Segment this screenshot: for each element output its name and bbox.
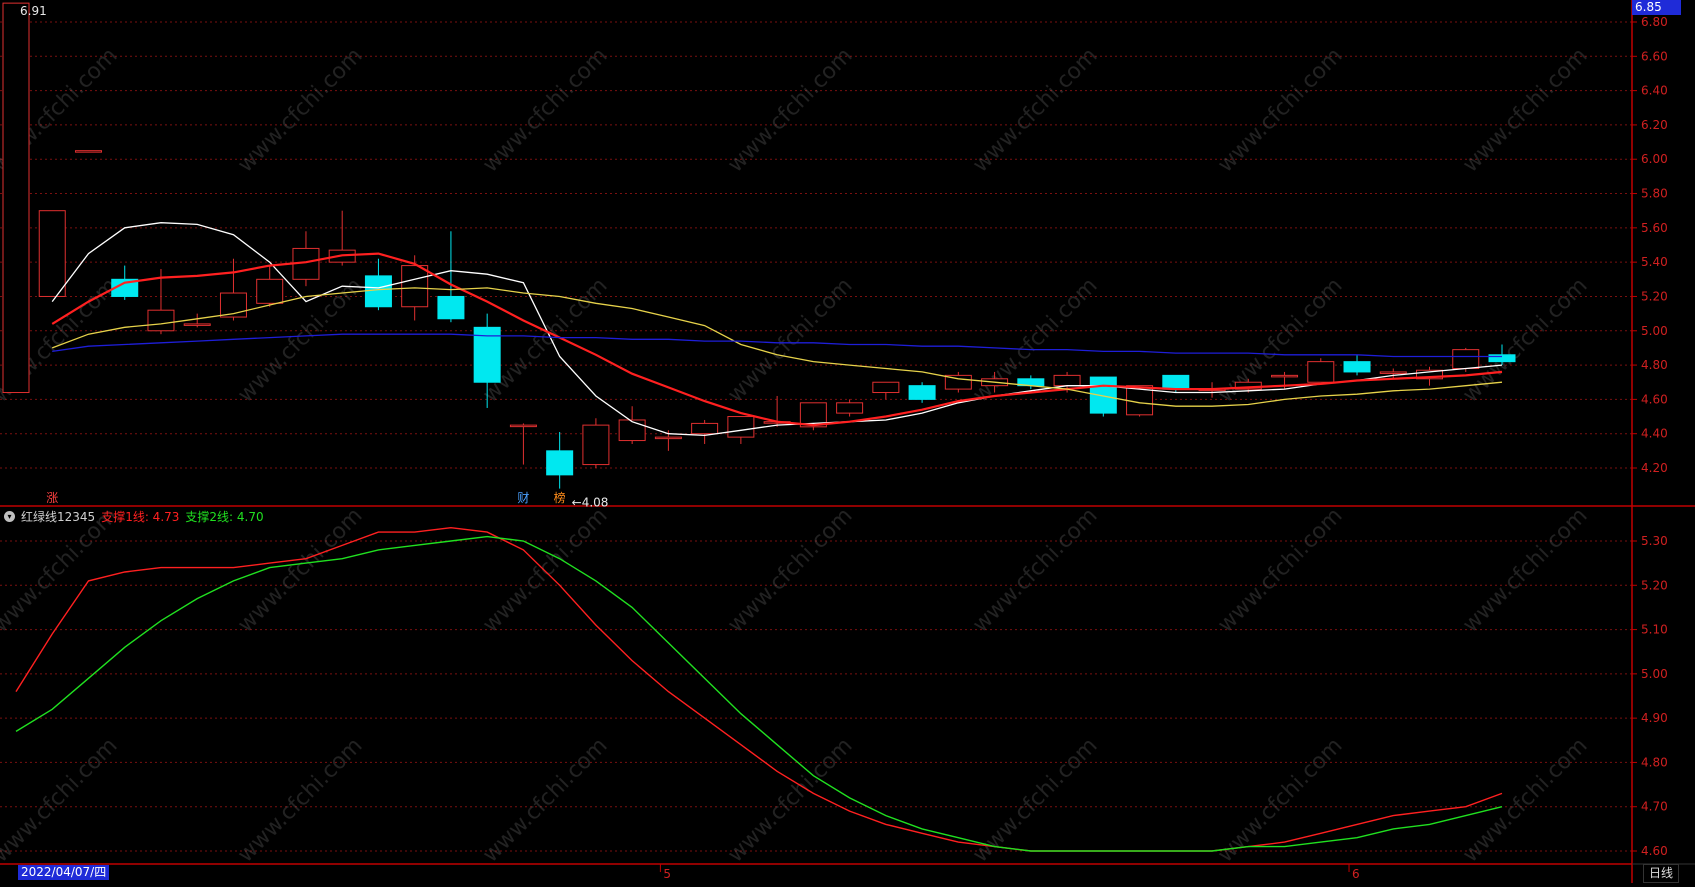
- watermark-text: www.cfchi.com: [1213, 503, 1347, 637]
- watermark-text: www.cfchi.com: [1458, 273, 1592, 407]
- watermark-text: www.cfchi.com: [478, 733, 612, 867]
- y-tick-label: 5.80: [1641, 187, 1668, 201]
- watermark-text: www.cfchi.com: [723, 273, 857, 407]
- low-price-label: ←4.08: [572, 496, 609, 510]
- y-tick-label: 6.00: [1641, 152, 1668, 166]
- kline-chart-svg[interactable]: www.cfchi.com www.cfchi.com www.cfchi.com w…: [0, 0, 1695, 883]
- indicator-title[interactable]: 红绿线12345: [21, 508, 95, 525]
- y-tick-label-lower: 4.90: [1641, 711, 1668, 725]
- y-tick-label: 5.60: [1641, 221, 1668, 235]
- y-tick-label: 5.40: [1641, 255, 1668, 269]
- watermark-text: www.cfchi.com: [1213, 43, 1347, 177]
- candle-body: [256, 278, 284, 304]
- candle-body: [1089, 376, 1117, 414]
- candle-body: [691, 422, 719, 435]
- y-tick-label: 6.20: [1641, 118, 1668, 132]
- watermark-text: www.cfchi.com: [1458, 43, 1592, 177]
- candle-body: [509, 424, 537, 428]
- candle-body: [147, 309, 175, 332]
- current-price-tag: 6.85: [1632, 0, 1681, 15]
- watermark-text: www.cfchi.com: [0, 733, 123, 867]
- candle-body: [1343, 361, 1371, 373]
- candle-body: [1452, 349, 1480, 370]
- candle-body: [1162, 374, 1190, 390]
- watermark-text: www.cfchi.com: [478, 43, 612, 177]
- candle-body: [546, 450, 574, 476]
- candle-body: [437, 295, 465, 320]
- y-tick-label: 6.40: [1641, 84, 1668, 98]
- watermark-group: www.cfchi.com www.cfchi.com www.cfchi.com w…: [0, 43, 1593, 867]
- y-tick-label: 4.20: [1641, 461, 1668, 475]
- candle-body: [74, 150, 102, 153]
- chart-stage[interactable]: www.cfchi.com www.cfchi.com www.cfchi.com w…: [0, 0, 1695, 883]
- event-marker: 财: [517, 491, 529, 505]
- y-tick-label: 5.00: [1641, 324, 1668, 338]
- candle-body: [1307, 361, 1335, 383]
- candles-group: [2, 2, 1516, 489]
- indicator-settings-icon[interactable]: ▾: [4, 510, 15, 522]
- y-tick-label: 4.40: [1641, 427, 1668, 441]
- candle-body: [1271, 374, 1299, 378]
- period-button[interactable]: 日线: [1643, 864, 1679, 883]
- high-price-label: 6.91: [20, 4, 47, 18]
- candle-body: [727, 416, 755, 438]
- candle-body: [1488, 354, 1516, 363]
- candle-body: [2, 2, 30, 394]
- candle-body: [836, 402, 864, 414]
- y-tick-label-lower: 4.70: [1641, 800, 1668, 814]
- y-tick-label-lower: 5.10: [1641, 623, 1668, 637]
- candle-body: [618, 419, 646, 442]
- event-marker: 榜: [554, 490, 566, 505]
- candle-body: [872, 381, 900, 394]
- candle-body: [908, 385, 936, 400]
- y-tick-label: 5.20: [1641, 289, 1668, 303]
- watermark-text: www.cfchi.com: [723, 43, 857, 177]
- cursor-date-label: 2022/04/07/四: [18, 865, 110, 880]
- watermark-text: www.cfchi.com: [1213, 733, 1347, 867]
- watermark-text: www.cfchi.com: [233, 733, 367, 867]
- month-label: 6: [1352, 867, 1360, 881]
- y-tick-label: 6.60: [1641, 49, 1668, 63]
- watermark-text: www.cfchi.com: [1458, 503, 1592, 637]
- candle-body: [1053, 374, 1081, 387]
- grid-group: [0, 21, 1632, 852]
- indicator-legend: ▾ 红绿线12345 支撑1线: 4.73 支撑2线: 4.70: [4, 508, 264, 524]
- candle-body: [582, 424, 610, 466]
- month-label: 5: [663, 867, 671, 881]
- watermark-text: www.cfchi.com: [233, 273, 367, 407]
- candle-body: [401, 265, 429, 308]
- y-tick-label: 6.80: [1641, 15, 1668, 29]
- watermark-text: www.cfchi.com: [968, 43, 1102, 177]
- legend-support2: 支撑2线: 4.70: [185, 509, 264, 524]
- watermark-text: www.cfchi.com: [1458, 733, 1592, 867]
- y-tick-label-lower: 5.00: [1641, 667, 1668, 681]
- watermark-text: www.cfchi.com: [968, 733, 1102, 867]
- y-tick-label: 4.60: [1641, 392, 1668, 406]
- legend-support1: 支撑1线: 4.73: [101, 509, 180, 524]
- candle-body: [183, 323, 211, 326]
- watermark-text: www.cfchi.com: [723, 503, 857, 637]
- event-marker: 涨: [46, 490, 58, 505]
- y-tick-label: 4.80: [1641, 358, 1668, 372]
- y-tick-label-lower: 5.30: [1641, 534, 1668, 548]
- candle-body: [654, 436, 682, 440]
- watermark-text: www.cfchi.com: [723, 733, 857, 867]
- y-tick-label-lower: 4.60: [1641, 844, 1668, 858]
- candle-body: [38, 210, 66, 297]
- candle-body: [364, 275, 392, 308]
- candle-body: [1379, 371, 1407, 374]
- y-tick-label-lower: 5.20: [1641, 578, 1668, 592]
- watermark-text: www.cfchi.com: [968, 503, 1102, 637]
- watermark-text: www.cfchi.com: [233, 43, 367, 177]
- y-tick-label-lower: 4.80: [1641, 755, 1668, 769]
